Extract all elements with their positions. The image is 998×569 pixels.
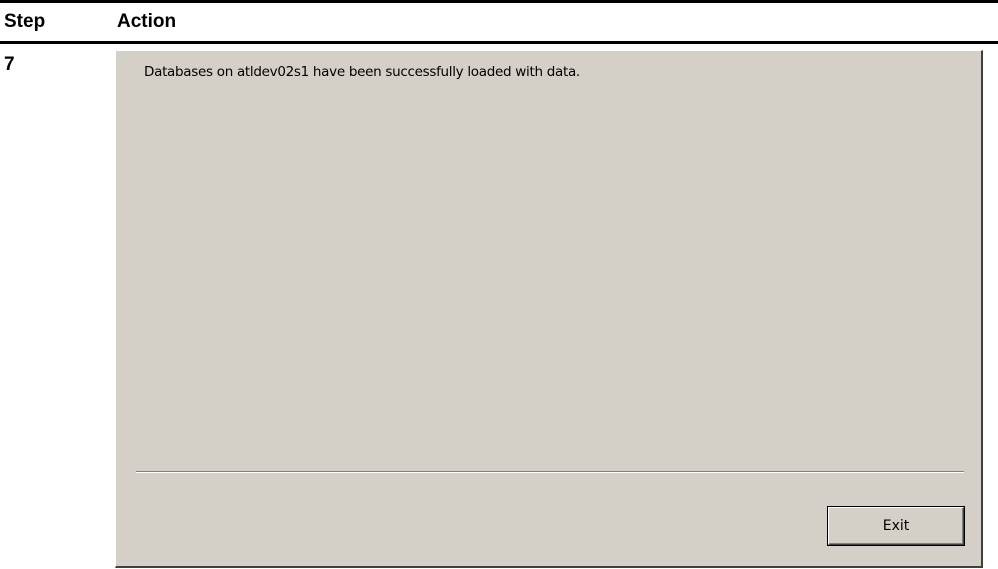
table-header-row: Step Action <box>0 3 998 41</box>
header-action: Action <box>117 11 177 32</box>
step-number: 7 <box>4 54 15 75</box>
dialog-separator <box>136 471 964 473</box>
header-step: Step <box>4 11 46 32</box>
dialog-message: Databases on atldev02s1 have been succes… <box>144 64 580 80</box>
exit-button[interactable]: Exit <box>828 507 964 545</box>
completion-dialog: Databases on atldev02s1 have been succes… <box>115 50 983 568</box>
table-header-rule <box>0 41 998 44</box>
